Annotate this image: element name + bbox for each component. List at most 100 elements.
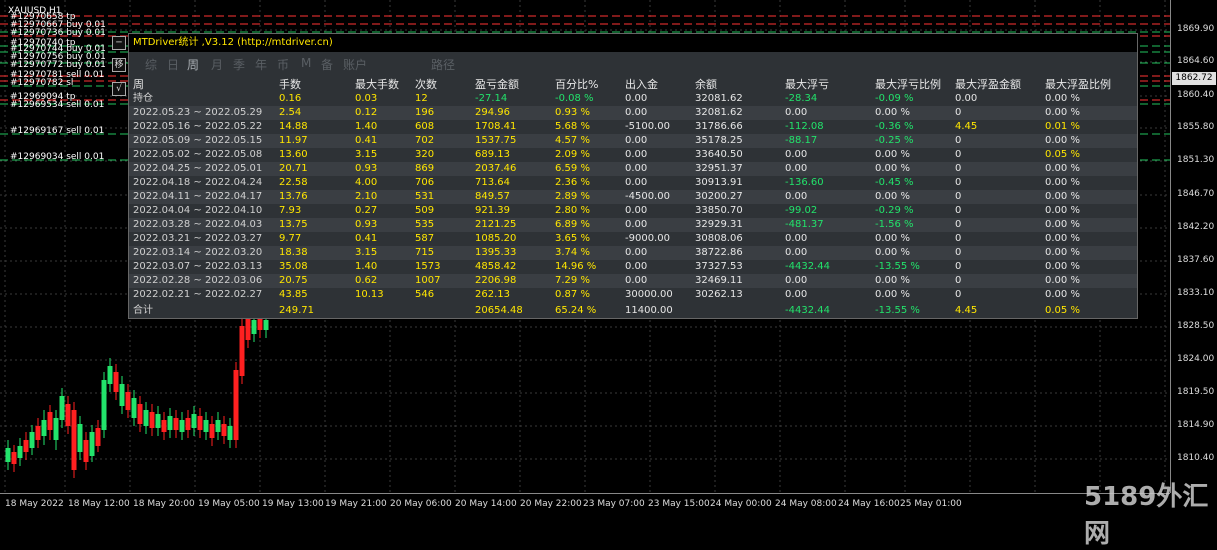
- table-cell: 30808.06: [695, 233, 743, 244]
- table-cell: 11.97: [279, 135, 308, 146]
- tab-7[interactable]: M: [301, 56, 311, 70]
- minimize-button[interactable]: ─: [112, 36, 126, 50]
- table-cell: 0: [955, 191, 962, 202]
- table-cell: 0.05 %: [1045, 305, 1080, 316]
- table-cell: 196: [415, 107, 435, 118]
- table-cell: 1007: [415, 275, 441, 286]
- table-cell: 0.00 %: [875, 247, 910, 258]
- table-cell: 2.09 %: [555, 149, 590, 160]
- table-cell: 5.68 %: [555, 121, 590, 132]
- tab-9[interactable]: 账户: [343, 56, 367, 73]
- table-cell: 4.45: [955, 121, 978, 132]
- table-cell: 18.38: [279, 247, 308, 258]
- time-tick-label: 23 May 15:00: [648, 499, 710, 509]
- candle-body: [209, 424, 215, 438]
- table-cell: 2022.03.21 ~ 2022.03.27: [133, 233, 263, 244]
- table-row: 2022.04.25 ~ 2022.05.01 20.71 0.93 869 2037.…: [129, 162, 1137, 176]
- panel-tabs: 综日周月季年币 M 备账户 路径: [129, 56, 1137, 72]
- table-cell: 30913.91: [695, 177, 743, 188]
- table-cell: 2022.05.02 ~ 2022.05.08: [133, 149, 263, 160]
- table-cell: -0.09 %: [875, 93, 914, 104]
- tab-4[interactable]: 季: [233, 56, 245, 73]
- table-cell: 0.41: [355, 135, 378, 146]
- table-cell: 33640.50: [695, 149, 743, 160]
- table-cell: -0.45 %: [875, 177, 914, 188]
- table-cell: 509: [415, 205, 435, 216]
- order-label[interactable]: #12969534 sell 0.01: [10, 100, 104, 110]
- table-cell: 0.00 %: [1045, 93, 1080, 104]
- table-cell: 持仓: [133, 93, 153, 104]
- candle-body: [185, 418, 191, 430]
- move-button[interactable]: 移: [112, 58, 126, 72]
- order-label[interactable]: #12969034 sell 0.01: [10, 152, 104, 162]
- candle-body: [233, 370, 239, 440]
- candle-body: [77, 424, 83, 452]
- table-cell: 10.13: [355, 289, 384, 300]
- table-cell: 3.74 %: [555, 247, 590, 258]
- tab-10[interactable]: 路径: [431, 56, 455, 73]
- candle-body: [95, 428, 101, 446]
- table-cell: 0.00 %: [1045, 205, 1080, 216]
- table-row: 2022.02.28 ~ 2022.03.06 20.75 0.62 1007 2206…: [129, 274, 1137, 288]
- table-cell: 0.41: [355, 233, 378, 244]
- table-cell: 30200.27: [695, 191, 743, 202]
- table-cell: 7.93: [279, 205, 302, 216]
- tab-5[interactable]: 年: [255, 56, 267, 73]
- candle-body: [65, 404, 71, 426]
- tab-1[interactable]: 日: [167, 56, 179, 73]
- table-cell: -0.25 %: [875, 135, 914, 146]
- table-cell: 0.93: [355, 219, 378, 230]
- table-cell: 0.00: [625, 219, 648, 230]
- tab-3[interactable]: 月: [211, 56, 223, 73]
- table-cell: 0.00: [625, 261, 648, 272]
- table-cell: 2.54: [279, 107, 302, 118]
- candle-body: [149, 412, 155, 428]
- table-cell: 9.77: [279, 233, 302, 244]
- table-cell: 0.00: [625, 149, 648, 160]
- table-cell: 2022.03.28 ~ 2022.04.03: [133, 219, 263, 230]
- table-cell: 38722.86: [695, 247, 743, 258]
- table-cell: 0.00 %: [1045, 135, 1080, 146]
- table-cell: 盈亏金额: [475, 78, 519, 91]
- table-cell: 608: [415, 121, 435, 132]
- candle-body: [143, 410, 149, 426]
- table-cell: 531: [415, 191, 435, 202]
- table-cell: 32081.62: [695, 93, 743, 104]
- table-cell: 6.89 %: [555, 219, 590, 230]
- tab-8[interactable]: 备: [321, 56, 333, 73]
- stats-panel[interactable]: MTDriver统计 ,V3.12 (http://mtdriver.cn) 综…: [128, 33, 1138, 319]
- total-row: 合计 249.71 20654.48 65.24 % 11400.00 -4432.44 -…: [129, 304, 1137, 318]
- table-cell: 0.00: [785, 275, 808, 286]
- tab-2[interactable]: 周: [187, 56, 199, 73]
- table-cell: 4.45: [955, 305, 978, 316]
- table-cell: 3.15: [355, 149, 378, 160]
- panel-title: MTDriver统计 ,V3.12 (http://mtdriver.cn): [129, 34, 1137, 52]
- table-cell: 294.96: [475, 107, 510, 118]
- table-cell: 0: [955, 247, 962, 258]
- tab-0[interactable]: 综: [145, 56, 157, 73]
- table-cell: 1708.41: [475, 121, 517, 132]
- tab-6[interactable]: 币: [277, 56, 289, 73]
- order-label[interactable]: #12970736 buy 0.01: [10, 28, 106, 38]
- table-cell: 0.00 %: [1045, 261, 1080, 272]
- table-cell: 0.00 %: [875, 233, 910, 244]
- table-cell: 0: [955, 289, 962, 300]
- candle-body: [125, 392, 131, 410]
- table-cell: 2022.02.28 ~ 2022.03.06: [133, 275, 263, 286]
- price-tick-label: 1860.40: [1177, 90, 1215, 100]
- order-label[interactable]: #12970772 buy 0.01: [10, 60, 106, 70]
- table-cell: 0.93: [355, 163, 378, 174]
- table-cell: 0.00 %: [1045, 177, 1080, 188]
- table-cell: 0.00 %: [1045, 191, 1080, 202]
- table-cell: 249.71: [279, 305, 314, 316]
- candle-body: [113, 372, 119, 392]
- candle-body: [167, 416, 173, 430]
- order-label[interactable]: #12970782 sl: [10, 78, 73, 88]
- table-cell: 32081.62: [695, 107, 743, 118]
- table-cell: -28.34: [785, 93, 818, 104]
- candle-body: [107, 366, 113, 384]
- order-label[interactable]: #12969167 sell 0.01: [10, 126, 104, 136]
- table-cell: 0.00 %: [875, 149, 910, 160]
- confirm-button[interactable]: √: [112, 82, 126, 96]
- table-cell: 0: [955, 163, 962, 174]
